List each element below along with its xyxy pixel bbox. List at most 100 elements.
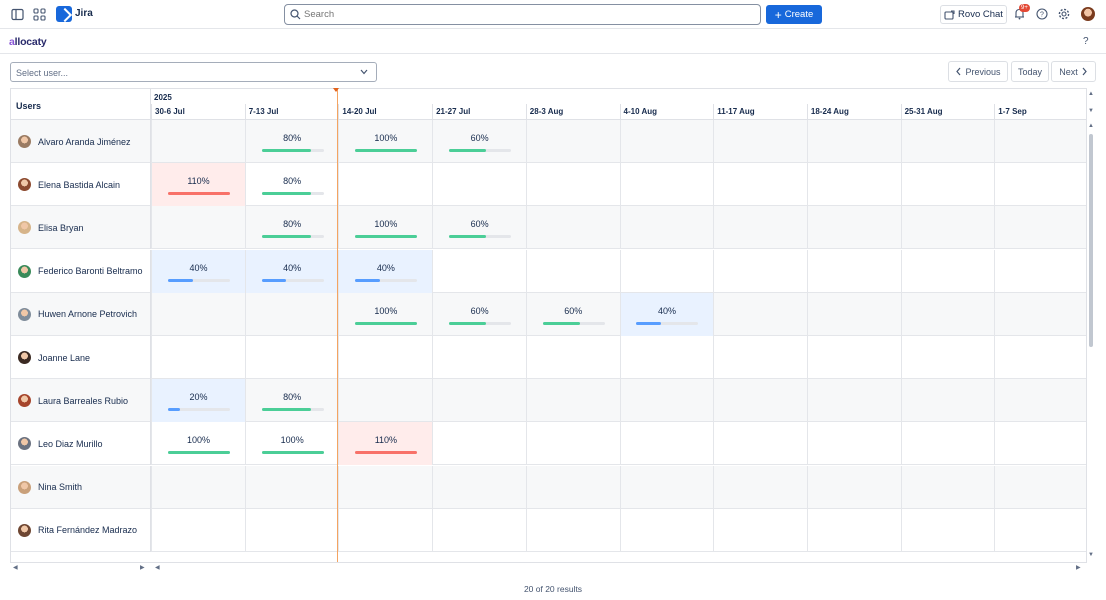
user-cell[interactable]: Nina Smith xyxy=(11,465,151,509)
allocation-cell[interactable] xyxy=(151,508,245,552)
allocation-cell[interactable] xyxy=(338,379,432,423)
rovo-chat-button[interactable]: Rovo Chat xyxy=(940,5,1007,24)
allocation-cell[interactable] xyxy=(806,336,901,379)
allocation-cell[interactable] xyxy=(151,465,245,509)
allocation-cell[interactable]: 80% xyxy=(244,120,339,163)
allocation-cell[interactable] xyxy=(619,508,714,552)
allocation-cell[interactable] xyxy=(994,508,1086,552)
scroll-down-icon[interactable]: ▼ xyxy=(1088,552,1094,558)
allocation-cell[interactable] xyxy=(525,249,620,293)
app-switcher-icon[interactable] xyxy=(33,8,46,21)
allocation-cell[interactable] xyxy=(432,163,526,207)
allocation-cell[interactable] xyxy=(432,465,526,509)
allocation-cell[interactable] xyxy=(338,163,432,207)
timeline-horizontal-scrollbar[interactable]: ◀ ▶ xyxy=(152,563,1087,573)
allocation-cell[interactable] xyxy=(713,249,807,293)
allocation-cell[interactable] xyxy=(525,163,620,207)
allocation-cell[interactable] xyxy=(900,292,995,336)
allocation-cell[interactable]: 20% xyxy=(151,379,245,423)
allocation-cell[interactable] xyxy=(900,249,995,293)
scroll-right-icon[interactable]: ▶ xyxy=(140,564,145,571)
allocation-cell[interactable] xyxy=(151,206,245,250)
allocation-cell[interactable] xyxy=(713,465,807,509)
allocation-cell[interactable] xyxy=(432,379,526,423)
allocation-cell[interactable]: 40% xyxy=(244,249,339,293)
allocation-cell[interactable] xyxy=(900,379,995,423)
allocation-cell[interactable] xyxy=(151,336,245,379)
allocation-cell[interactable] xyxy=(806,422,901,466)
allocation-cell[interactable] xyxy=(806,292,901,336)
allocation-cell[interactable] xyxy=(525,508,620,552)
allocation-cell[interactable]: 60% xyxy=(432,120,526,163)
allocation-cell[interactable] xyxy=(432,422,526,466)
allocation-cell[interactable] xyxy=(619,422,714,466)
allocation-cell[interactable]: 100% xyxy=(244,422,339,466)
scroll-left-icon[interactable]: ◀ xyxy=(13,564,18,571)
allocation-cell[interactable] xyxy=(806,120,901,163)
allocation-cell[interactable] xyxy=(994,336,1086,379)
allocation-cell[interactable]: 40% xyxy=(619,292,714,336)
allocation-cell[interactable] xyxy=(432,336,526,379)
user-cell[interactable]: Joanne Lane xyxy=(11,336,151,379)
allocation-cell[interactable] xyxy=(244,336,339,379)
allocation-cell[interactable] xyxy=(619,336,714,379)
allocation-cell[interactable] xyxy=(806,206,901,250)
user-avatar[interactable] xyxy=(1081,7,1095,21)
user-cell[interactable]: Elena Bastida Alcain xyxy=(11,163,151,207)
settings-icon[interactable] xyxy=(1058,8,1070,20)
scroll-up-icon[interactable]: ▲ xyxy=(1088,123,1094,129)
user-cell[interactable]: Rita Fernández Madrazo xyxy=(11,508,151,552)
allocation-cell[interactable] xyxy=(806,508,901,552)
today-button[interactable]: Today xyxy=(1011,61,1049,82)
vertical-scrollbar[interactable]: ▲ ▼ ▲ ▼ xyxy=(1087,88,1095,563)
select-user-dropdown[interactable]: Select user... xyxy=(10,62,377,82)
allocation-cell[interactable] xyxy=(806,249,901,293)
allocation-cell[interactable]: 110% xyxy=(151,163,245,207)
help-icon[interactable]: ? xyxy=(1036,8,1048,20)
allocation-cell[interactable] xyxy=(994,292,1086,336)
jira-logo-icon[interactable] xyxy=(56,6,72,22)
allocation-cell[interactable] xyxy=(338,508,432,552)
scroll-down-icon[interactable]: ▼ xyxy=(1088,108,1094,114)
allocation-cell[interactable] xyxy=(806,465,901,509)
allocation-cell[interactable] xyxy=(525,465,620,509)
allocation-cell[interactable] xyxy=(806,379,901,423)
allocation-cell[interactable] xyxy=(994,465,1086,509)
allocation-cell[interactable] xyxy=(994,422,1086,466)
allocation-cell[interactable] xyxy=(432,249,526,293)
allocation-cell[interactable] xyxy=(338,465,432,509)
allocation-cell[interactable]: 40% xyxy=(338,249,433,293)
next-button[interactable]: Next xyxy=(1051,61,1096,82)
allocation-cell[interactable] xyxy=(619,120,714,163)
allocation-cell[interactable]: 100% xyxy=(338,120,432,163)
help-button[interactable]: ? xyxy=(1083,36,1089,47)
allocation-cell[interactable] xyxy=(806,163,901,207)
allocation-cell[interactable] xyxy=(900,422,995,466)
allocation-cell[interactable] xyxy=(994,163,1086,207)
allocation-cell[interactable] xyxy=(713,422,807,466)
allocation-cell[interactable]: 60% xyxy=(525,292,620,336)
allocation-cell[interactable] xyxy=(525,422,620,466)
allocation-cell[interactable]: 60% xyxy=(432,292,526,336)
allocation-cell[interactable]: 110% xyxy=(338,422,433,466)
allocation-cell[interactable] xyxy=(432,508,526,552)
users-horizontal-scrollbar[interactable]: ◀ ▶ xyxy=(10,563,150,573)
allocation-cell[interactable] xyxy=(713,163,807,207)
allocation-cell[interactable]: 80% xyxy=(244,206,339,250)
allocation-cell[interactable] xyxy=(244,292,339,336)
allocation-cell[interactable] xyxy=(338,336,432,379)
allocation-cell[interactable] xyxy=(994,249,1086,293)
allocation-cell[interactable] xyxy=(713,206,807,250)
user-cell[interactable]: Huwen Arnone Petrovich xyxy=(11,292,151,336)
allocation-cell[interactable] xyxy=(713,508,807,552)
allocation-cell[interactable]: 60% xyxy=(432,206,526,250)
previous-button[interactable]: Previous xyxy=(948,61,1008,82)
allocation-cell[interactable] xyxy=(900,465,995,509)
allocation-cell[interactable] xyxy=(900,336,995,379)
allocation-cell[interactable] xyxy=(713,336,807,379)
allocation-cell[interactable] xyxy=(713,292,807,336)
user-cell[interactable]: Federico Baronti Beltramo xyxy=(11,249,151,293)
allocation-cell[interactable] xyxy=(713,120,807,163)
allocation-cell[interactable] xyxy=(525,379,620,423)
allocation-cell[interactable]: 100% xyxy=(338,206,432,250)
